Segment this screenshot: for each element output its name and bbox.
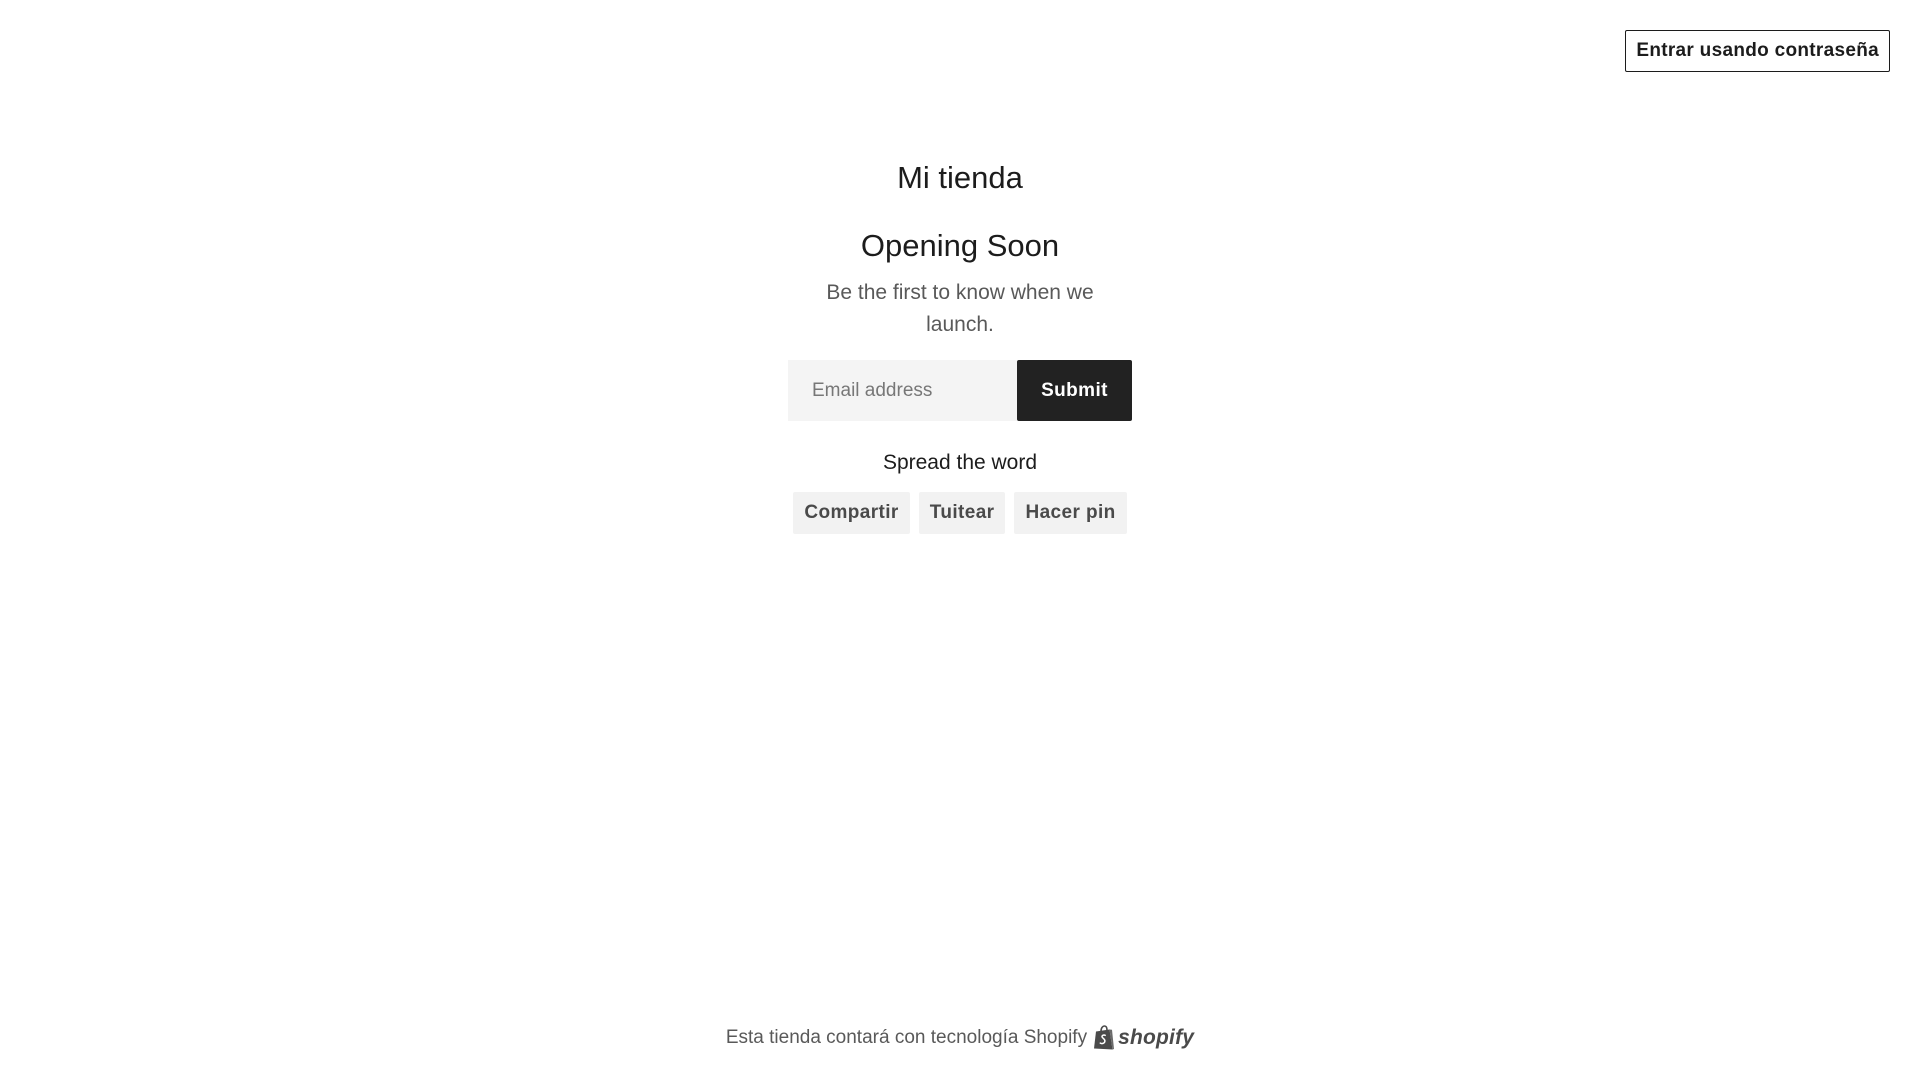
- newsletter-form: Submit: [788, 360, 1132, 421]
- newsletter-subtext: Be the first to know when we launch.: [826, 281, 1094, 336]
- share-facebook-button[interactable]: Compartir: [793, 492, 910, 534]
- share-buttons: Compartir Tuitear Hacer pin: [793, 492, 1127, 534]
- enter-with-password-button[interactable]: Entrar usando contraseña: [1625, 30, 1890, 72]
- footer: Esta tienda contará con tecnología Shopi…: [0, 1024, 1920, 1052]
- share-pinterest-button[interactable]: Hacer pin: [1014, 492, 1127, 534]
- store-name: Mi tienda: [897, 160, 1023, 195]
- submit-button[interactable]: Submit: [1017, 360, 1132, 421]
- password-page: Entrar usando contraseña Mi tienda Openi…: [0, 0, 1920, 1080]
- shopify-logo-link[interactable]: shopify: [1093, 1025, 1194, 1051]
- opening-soon-heading: Opening Soon: [860, 228, 1060, 263]
- share-title: Spread the word: [882, 451, 1038, 474]
- main-content: Mi tienda Opening Soon Be the first to k…: [0, 155, 1920, 534]
- powered-by-text: Esta tienda contará con tecnología Shopi…: [725, 1027, 1088, 1048]
- share-twitter-button[interactable]: Tuitear: [918, 492, 1006, 534]
- shopify-bag-icon: [1093, 1025, 1115, 1051]
- shopify-wordmark: shopify: [1118, 1026, 1195, 1049]
- email-input[interactable]: [788, 360, 1017, 421]
